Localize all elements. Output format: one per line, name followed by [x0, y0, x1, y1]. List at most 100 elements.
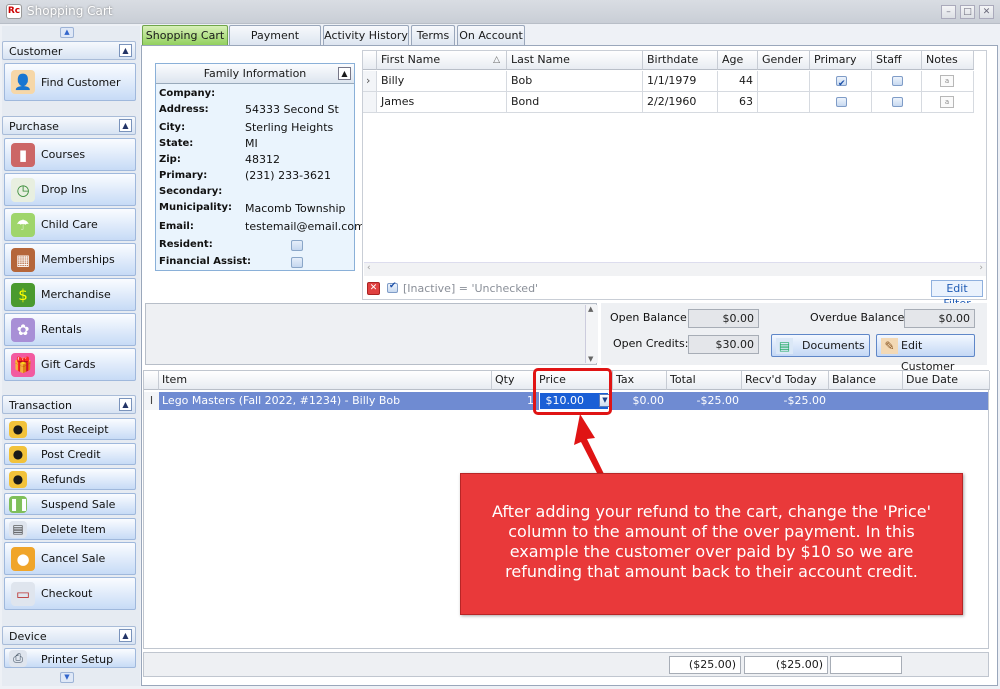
cell-notes[interactable]: a [922, 92, 974, 113]
post-receipt-button[interactable]: ● Post Receipt [4, 418, 136, 440]
filter-enabled-checkbox[interactable] [387, 281, 398, 293]
memberships-button[interactable]: ▦ Memberships [4, 243, 136, 276]
suspend-sale-button[interactable]: ❚❚ Suspend Sale [4, 493, 136, 515]
cart-recvd-today[interactable]: -$25.00 [742, 392, 826, 410]
refunds-button[interactable]: ● Refunds [4, 468, 136, 490]
cart-due-date[interactable] [903, 392, 987, 410]
merchandise-button[interactable]: $ Merchandise [4, 278, 136, 311]
col-age[interactable]: Age [718, 51, 758, 70]
cart-item[interactable]: Lego Masters (Fall 2022, #1234) - Billy … [162, 392, 400, 410]
cell-first-name[interactable]: Billy [377, 71, 507, 92]
delete-item-button[interactable]: ▤ Delete Item [4, 518, 136, 540]
cancel-sale-button[interactable]: ● Cancel Sale [4, 542, 136, 575]
cell-staff[interactable] [872, 92, 922, 113]
scroll-up-icon[interactable]: ▲ [588, 305, 593, 313]
col-last-name[interactable]: Last Name [507, 51, 643, 70]
post-credit-button[interactable]: ● Post Credit [4, 443, 136, 465]
collapse-icon[interactable]: ▲ [119, 398, 132, 411]
cell-last-name[interactable]: Bob [507, 71, 643, 92]
scroll-left-icon[interactable]: ‹ [367, 263, 371, 273]
notes-scrollbar[interactable]: ▲ ▼ [585, 305, 598, 363]
printer-setup-button[interactable]: ⎙ Printer Setup [4, 648, 136, 668]
tab-activity-history[interactable]: Activity History [323, 25, 409, 45]
clear-filter-icon[interactable]: ✕ [367, 282, 380, 295]
tab-shopping-cart[interactable]: Shopping Cart [142, 25, 228, 46]
section-title: Customer [9, 45, 63, 58]
section-customer[interactable]: Customer ▲ [2, 41, 136, 60]
tab-terms[interactable]: Terms [411, 25, 455, 45]
section-purchase[interactable]: Purchase ▲ [2, 116, 136, 135]
sidebar-scroll-up[interactable]: ▲ [60, 27, 74, 38]
find-customer-button[interactable]: 👤 Find Customer [4, 63, 136, 101]
cell-last-name[interactable]: Bond [507, 92, 643, 113]
gift-cards-button[interactable]: 🎁 Gift Cards [4, 348, 136, 381]
section-device[interactable]: Device ▲ [2, 626, 136, 645]
col-notes[interactable]: Notes [922, 51, 974, 70]
tab-payment-history[interactable]: Payment History [229, 25, 321, 61]
cart-balance[interactable] [829, 392, 900, 410]
section-transaction[interactable]: Transaction ▲ [2, 395, 136, 414]
col-birthdate[interactable]: Birthdate [643, 51, 718, 70]
collapse-icon[interactable]: ▲ [119, 629, 132, 642]
col-tax[interactable]: Tax [613, 371, 667, 390]
rentals-button[interactable]: ✿ Rentals [4, 313, 136, 346]
col-due-date[interactable]: Due Date [903, 371, 990, 390]
tab-on-account[interactable]: On Account [457, 25, 525, 45]
collapse-icon[interactable]: ▲ [338, 67, 351, 80]
footer-total: ($25.00) [669, 656, 741, 674]
minimize-button[interactable]: – [941, 5, 956, 19]
col-staff[interactable]: Staff [872, 51, 922, 70]
scroll-right-icon[interactable]: › [979, 263, 983, 273]
col-item[interactable]: Item [159, 371, 492, 390]
cell-birthdate[interactable]: 1/1/1979 [643, 71, 718, 92]
cell-birthdate[interactable]: 2/2/1960 [643, 92, 718, 113]
notes-icon[interactable]: a [940, 96, 954, 108]
cart-total[interactable]: -$25.00 [667, 392, 739, 410]
row-indicator-icon[interactable]: › [363, 71, 377, 92]
cell-gender[interactable] [758, 92, 810, 113]
cell-first-name[interactable]: James [377, 92, 507, 113]
open-credits-value: $30.00 [688, 335, 759, 354]
edit-filter-link[interactable]: Edit Filter [931, 280, 983, 310]
primary-checkbox[interactable] [836, 74, 847, 94]
col-balance[interactable]: Balance [829, 371, 903, 390]
cell-age[interactable]: 63 [718, 92, 758, 113]
cell-gender[interactable] [758, 71, 810, 92]
collapse-icon[interactable]: ▲ [119, 44, 132, 57]
notes-area[interactable] [145, 303, 597, 365]
members-horizontal-scrollbar[interactable]: ‹ › [364, 262, 986, 276]
cell-primary[interactable] [810, 92, 872, 113]
col-first-name[interactable]: First Name △ [377, 51, 507, 70]
close-button[interactable]: ✕ [979, 5, 994, 19]
cell-age[interactable]: 44 [718, 71, 758, 92]
primary-checkbox[interactable] [836, 97, 847, 107]
staff-checkbox[interactable] [892, 76, 903, 86]
financial-assist-checkbox[interactable] [291, 257, 303, 268]
col-total[interactable]: Total [667, 371, 742, 390]
child-care-button[interactable]: ☂ Child Care [4, 208, 136, 241]
checkout-button[interactable]: ▭ Checkout [4, 577, 136, 610]
cell-notes[interactable]: a [922, 71, 974, 92]
col-recvd-today[interactable]: Recv'd Today [742, 371, 829, 390]
staff-checkbox[interactable] [892, 97, 903, 107]
cell-primary[interactable] [810, 71, 872, 94]
maximize-button[interactable]: □ [960, 5, 975, 19]
row-indicator[interactable] [363, 92, 377, 113]
col-primary[interactable]: Primary [810, 51, 872, 70]
scroll-down-icon[interactable]: ▼ [588, 355, 593, 363]
sidebar-scroll-down[interactable]: ▼ [60, 672, 74, 683]
documents-button[interactable]: ▤ Documents [771, 334, 870, 357]
col-gender[interactable]: Gender [758, 51, 810, 70]
cell-staff[interactable] [872, 71, 922, 92]
edit-customer-button[interactable]: ✎ Edit Customer [876, 334, 975, 373]
filter-bar: ✕ [Inactive] = 'Unchecked' Edit Filter [364, 279, 986, 310]
documents-icon: ▤ [776, 338, 793, 354]
drop-ins-button[interactable]: ◷ Drop Ins [4, 173, 136, 206]
col-qty[interactable]: Qty [492, 371, 536, 390]
rentals-icon: ✿ [11, 318, 35, 342]
courses-button[interactable]: ▮ Courses [4, 138, 136, 171]
notes-icon[interactable]: a [940, 75, 954, 87]
collapse-icon[interactable]: ▲ [119, 119, 132, 132]
resident-checkbox[interactable] [291, 240, 303, 251]
cart-row-header-corner [144, 371, 159, 390]
